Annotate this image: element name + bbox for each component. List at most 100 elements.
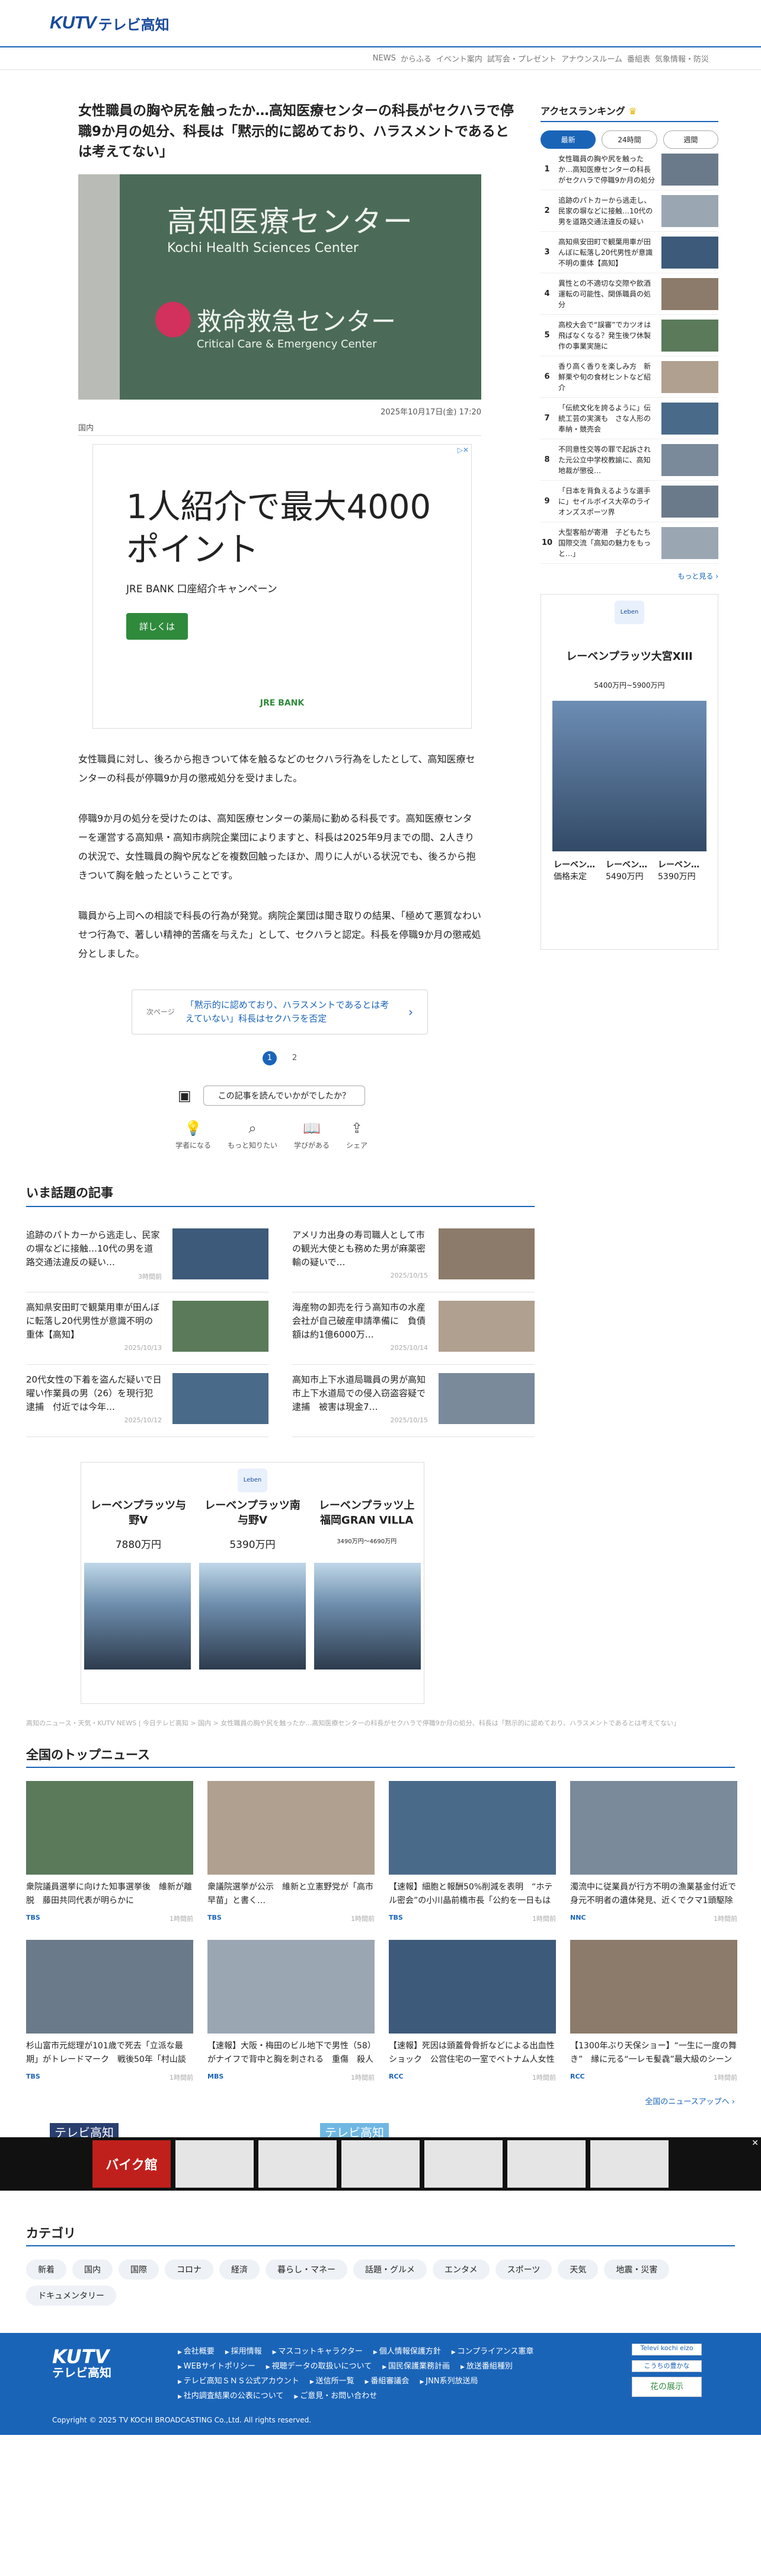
ad-jre-bank[interactable]: ▷✕ 1人紹介で最大4000ポイント JRE BANK 口座紹介キャンペーン 詳… — [92, 443, 472, 729]
ranking-item[interactable]: 8 不同意性交等の罪で起訴された元公立中学校教諭に、高知地裁が懲役… — [541, 439, 718, 481]
footer-link[interactable]: 個人情報保護方針 — [373, 2345, 441, 2356]
national-news-title: 全国のトップニュース — [26, 1745, 735, 1768]
footer-link[interactable]: テレビ高知ＳＮＳ公式アカウント — [178, 2374, 299, 2386]
page-2[interactable]: 2 — [292, 1051, 297, 1065]
trending-item[interactable]: 海産物の卸売を行う高知市の水産会社が自己破産申請準備に 負債額は約1億6000万… — [292, 1292, 535, 1365]
footer-link[interactable]: 採用情報 — [225, 2345, 262, 2356]
tab-24h[interactable]: 24時間 — [602, 130, 657, 149]
footer-banner-1[interactable]: Televi kochi eizo — [632, 2343, 702, 2355]
national-news-item[interactable]: 【速報】大阪・梅田のビル地下で男性（58）がナイフで背中と胸を刺される 重傷 殺… — [207, 1939, 375, 2082]
category-chip[interactable]: コロナ — [165, 2259, 213, 2280]
trending-item[interactable]: 高知県安田町で観葉用車が田んぼに転落し20代男性が意識不明の重体【高知】 2025… — [26, 1292, 268, 1365]
category-chip[interactable]: ドキュメンタリー — [26, 2285, 116, 2306]
nav-colorful[interactable]: からふる — [401, 53, 431, 64]
side-ad-card[interactable]: レーベン… 5490万円 — [606, 860, 653, 883]
national-news-item[interactable]: 杉山富市元総理が101歳で死去「立派な最期」がトレードマーク 戦後50年「村山談… — [26, 1939, 193, 2082]
reaction-study[interactable]: 📖 学びがある — [294, 1120, 330, 1150]
footer-link[interactable]: 放送番組種別 — [461, 2360, 513, 2371]
trending-item[interactable]: アメリカ出身の寿司職人として市の観光大使とも務めた男が麻薬密輸の疑いで… 2025… — [292, 1220, 535, 1292]
national-news-item[interactable]: 衆議院選挙が公示 維新と立憲野党が「高市早苗」と書く… TBS 1時間前 — [207, 1780, 375, 1923]
next-page-label: 次ページ — [146, 1008, 175, 1016]
ad-button[interactable]: 詳しくは — [126, 613, 188, 640]
national-news-item[interactable]: 衆院議員選挙に向けた知事選挙後 維新が離脱 藤田共同代表が明らかに TBS 1時間前 — [26, 1780, 193, 1923]
close-icon[interactable]: ✕ — [752, 2138, 759, 2148]
category-chip[interactable]: エンタメ — [433, 2259, 490, 2280]
rank-number: 3 — [544, 248, 550, 257]
side-ad-leben[interactable]: Leben レーベンプラッツ大宮XIII 5400万円~5900万円 レーベン…… — [541, 594, 718, 950]
national-more-link[interactable]: 全国のニュースアップへ › — [26, 2095, 735, 2106]
category-chip[interactable]: 地震・災害 — [604, 2259, 670, 2280]
trending-item[interactable]: 高知市上下水道局職員の男が高知市上下水道局での侵入窃盗容疑で逮捕 被害は現金7…… — [292, 1365, 535, 1437]
page-1[interactable]: 1 — [262, 1051, 277, 1065]
rank-title: 不同意性交等の罪で起訴された元公立中学校教諭に、高知地裁が懲役… — [558, 445, 651, 475]
news-time: 1時間前 — [714, 2073, 737, 2082]
trending-thumbnail — [439, 1228, 535, 1279]
ranking-more-link[interactable]: もっと見る › — [541, 571, 718, 581]
footer-links: 会社概要採用情報マスコットキャラクター個人情報保護方針コンプライアンス憲章 WEB… — [178, 2345, 581, 2401]
category-chip[interactable]: 暮らし・マネー — [266, 2259, 347, 2280]
category-chip[interactable]: 国内 — [72, 2259, 113, 2280]
news-source: NNC — [570, 1913, 586, 1921]
article-category[interactable]: 国内 — [78, 422, 481, 436]
trending-item[interactable]: 20代女性の下着を盗んだ疑いで日曜い作業員の男（26）を現行犯逮捕 付近では今年… — [26, 1365, 268, 1437]
side-ad-card[interactable]: レーベン… 5390万円 — [658, 860, 705, 883]
footer-banner-2[interactable]: こうちの豊かな — [632, 2360, 702, 2372]
ranking-item[interactable]: 6 香り高く香りを楽しみ方 新鮮栗や旬の食材ヒントなど紹介 — [541, 356, 718, 398]
footer-link[interactable]: ご意見・お問い合わせ — [294, 2389, 377, 2401]
category-chip[interactable]: 新着 — [26, 2259, 66, 2280]
footer-banner-3[interactable]: 花の展示 — [632, 2376, 702, 2397]
nav-news[interactable]: NEWS — [373, 54, 396, 63]
nav-programs[interactable]: 番組表 — [627, 53, 650, 64]
nav-events[interactable]: イベント案内 — [436, 53, 482, 64]
reaction-share[interactable]: ⇪ シェア — [346, 1120, 367, 1150]
next-page-link[interactable]: 次ページ 「黙示的に認めており、ハラスメントであるとは考えていない」科長はセクハ… — [132, 989, 428, 1035]
category-chip[interactable]: 天気 — [558, 2259, 599, 2280]
footer-link[interactable]: 会社概要 — [178, 2345, 215, 2356]
trending-title: いま話題の記事 — [26, 1183, 535, 1207]
ranking-item[interactable]: 5 高校大会で“誤審”でカツオは飛ばなくなる？発生後ワ休製作の事業実施に — [541, 315, 718, 356]
trending-item[interactable]: 追跡のパトカーから逃走し、民家の塀などに接触…10代の男を道路交通法違反の疑い…… — [26, 1220, 268, 1292]
footer-link[interactable]: 視聴データの取扱いについて — [266, 2360, 372, 2371]
breadcrumb[interactable]: 高知のニュース・天気・KUTV NEWS | 今日テレビ高知 > 国内 > 女性… — [26, 1704, 735, 1728]
site-logo[interactable]: KUTV テレビ高知 — [50, 13, 170, 34]
category-chip[interactable]: 話題・グルメ — [353, 2259, 427, 2280]
footer-link[interactable]: コンプライアンス憲章 — [452, 2345, 534, 2356]
nav-announcers[interactable]: アナウンスルーム — [561, 53, 622, 64]
category-chip[interactable]: 国際 — [119, 2259, 159, 2280]
footer-link[interactable]: 送信所一覧 — [310, 2374, 354, 2386]
ranking-item[interactable]: 1 女性職員の胸や尻を触ったか…高知医療センターの科長がセクハラで停職9か月の処分 — [541, 149, 718, 190]
footer-logo[interactable]: KUTV テレビ高知 — [52, 2347, 111, 2380]
nav-weather[interactable]: 気象情報・防災 — [655, 53, 709, 64]
banner-label-left: テレビ高知 — [50, 2122, 119, 2140]
hero-sign-jp: 高知医療センター — [167, 204, 414, 239]
category-chip[interactable]: スポーツ — [495, 2259, 552, 2280]
reaction-more[interactable]: ⌕ もっと知りたい — [228, 1120, 277, 1150]
side-ad-card[interactable]: レーベン… 価格未定 — [554, 860, 601, 883]
ranking-item[interactable]: 7 「伝統文化を誇るように」伝統工芸の実演も さな人形の奉納・競売会 — [541, 398, 718, 439]
ranking-item[interactable]: 9 「日本を背負えるような選手に」セイルボイス大卒のライオンズスポーツ界 — [541, 481, 718, 522]
reaction-learn[interactable]: 💡 学者になる — [175, 1120, 211, 1150]
bottom-banner[interactable]: テレビ高知 テレビ高知 バイク館 ✕ — [0, 2122, 761, 2191]
category-chip[interactable]: 経済 — [219, 2259, 260, 2280]
nav-presents[interactable]: 試写会・プレゼント — [487, 53, 557, 64]
footer-link[interactable]: JNN系列放送局 — [420, 2374, 478, 2386]
footer-link[interactable]: マスコットキャラクター — [273, 2345, 362, 2356]
footer-link[interactable]: WEBサイトポリシー — [178, 2360, 255, 2371]
national-news-item[interactable]: 濁流中に従業員が行方不明の漁業基金付近で身元不明者の遺体発見、近くでクマ1頭駆除… — [570, 1780, 737, 1923]
news-title: 【1300年ぶり天保ショー】“一生に一度の舞き” 縁に元る“一レモ髪毳”最大級の… — [570, 2041, 737, 2064]
ranking-item[interactable]: 4 異性との不適切な交際や飲酒運転の可能性、関係職員の処分 — [541, 273, 718, 315]
tab-weekly[interactable]: 週間 — [663, 130, 718, 149]
ranking-item[interactable]: 10 大型客船が寄港 子どもたち国際交流「高知の魅力をもっと…」 — [541, 522, 718, 564]
ranking-item[interactable]: 3 高知県安田町で観葉用車が田んぼに転落し20代男性が意識不明の重体【高知】 — [541, 232, 718, 273]
national-news-item[interactable]: 【1300年ぶり天保ショー】“一生に一度の舞き” 縁に元る“一レモ髪毳”最大級の… — [570, 1939, 737, 2082]
rank-number: 2 — [544, 206, 550, 215]
national-news-item[interactable]: 【速報】細胞と報酬50%削減を表明 “ホテル密会”の小川晶前橋市長「公約を一日も… — [389, 1780, 556, 1923]
national-news-item[interactable]: 【速報】死因は頭蓋骨骨折などによる出血性ショック 公営住宅の一室でベトナム人女性… — [389, 1939, 556, 2082]
footer-link[interactable]: 番組審議会 — [365, 2374, 409, 2386]
ranking-item[interactable]: 2 追跡のパトカーから逃走し、民家の塀などに接触…10代の男を道路交通法違反の疑い — [541, 190, 718, 232]
adchoices-icon[interactable]: ▷✕ — [458, 446, 469, 454]
ad-leben-multi[interactable]: Leben レーベンプラッツ与野V 7880万円 レーベンプラッツ南与野V 5390… — [81, 1461, 424, 1704]
footer-link[interactable]: 社内調査結果の公表について — [178, 2389, 284, 2401]
tab-latest[interactable]: 最新 — [541, 130, 596, 149]
footer-link[interactable]: 国民保護業務計画 — [382, 2360, 450, 2371]
